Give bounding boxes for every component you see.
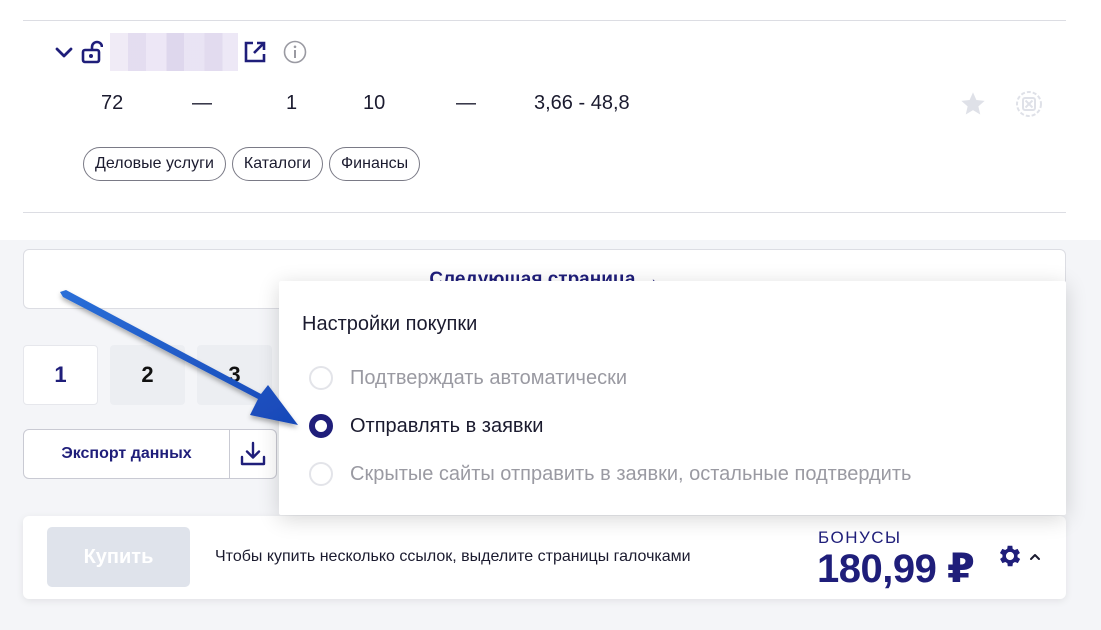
chevron-down-icon[interactable] [52, 40, 76, 64]
site-header [52, 33, 308, 71]
star-icon[interactable] [959, 90, 987, 118]
download-icon[interactable] [230, 429, 277, 479]
bonus-label: БОНУСЫ [818, 528, 902, 547]
stat-value: 72 [101, 92, 124, 114]
buy-hint: Чтобы купить несколько ссылок, выделите … [215, 548, 691, 565]
radio-button[interactable] [309, 462, 333, 486]
stat-value: 10 [363, 92, 386, 114]
lock-open-icon[interactable] [80, 40, 104, 64]
stat-value: 3,66 - 48,8 [534, 92, 630, 114]
site-name-blurred[interactable] [110, 33, 238, 71]
purchase-bar: Купить Чтобы купить несколько ссылок, вы… [23, 516, 1066, 599]
radio-button[interactable] [309, 366, 333, 390]
page-button-1[interactable]: 1 [23, 345, 98, 405]
page-button-3[interactable]: 3 [197, 345, 272, 405]
export-data-button[interactable]: Экспорт данных [23, 429, 230, 479]
divider [23, 212, 1066, 213]
purchase-settings-popup: Настройки покупки Подтверждать автоматич… [279, 281, 1066, 515]
hide-icon[interactable] [1015, 90, 1043, 118]
external-link-icon[interactable] [242, 39, 268, 65]
bonus-value: 180,99 ₽ [817, 547, 975, 591]
stat-value: 1 [286, 92, 298, 114]
option-label: Скрытые сайты отправить в заявки, осталь… [350, 462, 912, 485]
page-button-2[interactable]: 2 [110, 345, 185, 405]
option-label: Отправлять в заявки [350, 414, 544, 437]
caret-up-icon[interactable] [1028, 550, 1042, 564]
stat-value: — [456, 92, 476, 114]
tag[interactable]: Каталоги [231, 147, 323, 181]
site-stats: 72 — 1 10 — 3,66 - 48,8 [0, 88, 1101, 120]
tag[interactable]: Финансы [329, 147, 421, 181]
stat-value: — [192, 92, 212, 114]
tag[interactable]: Деловые услуги [83, 147, 226, 181]
option-hidden-to-requests[interactable]: Скрытые сайты отправить в заявки, осталь… [309, 460, 911, 488]
option-label: Подтверждать автоматически [350, 366, 628, 389]
site-row-card: 72 — 1 10 — 3,66 - 48,8 Деловые услуги К… [0, 0, 1101, 240]
info-icon[interactable] [282, 39, 308, 65]
divider [23, 20, 1066, 21]
option-auto-confirm[interactable]: Подтверждать автоматически [309, 364, 627, 392]
gear-icon[interactable] [996, 542, 1024, 570]
pagination: 1 2 3 [23, 345, 272, 405]
page: 72 — 1 10 — 3,66 - 48,8 Деловые услуги К… [0, 0, 1101, 630]
category-tags: Деловые услуги Каталоги Финансы [83, 147, 421, 181]
popup-title: Настройки покупки [302, 313, 478, 335]
option-send-to-requests[interactable]: Отправлять в заявки [309, 412, 543, 440]
radio-button-selected[interactable] [309, 414, 333, 438]
buy-button[interactable]: Купить [47, 527, 190, 587]
